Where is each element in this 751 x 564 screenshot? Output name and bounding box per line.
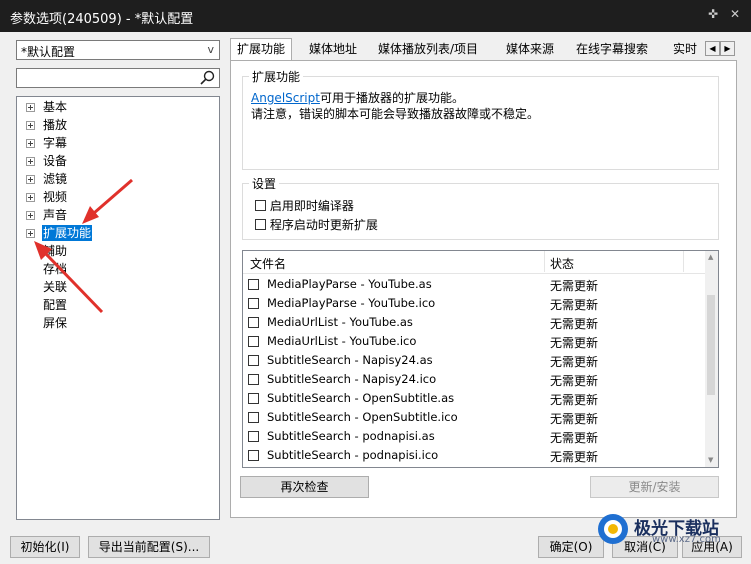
annotation-arrows xyxy=(34,178,133,314)
annotation-arrow-upper xyxy=(82,178,133,224)
annotation-arrow-lower xyxy=(34,241,104,314)
